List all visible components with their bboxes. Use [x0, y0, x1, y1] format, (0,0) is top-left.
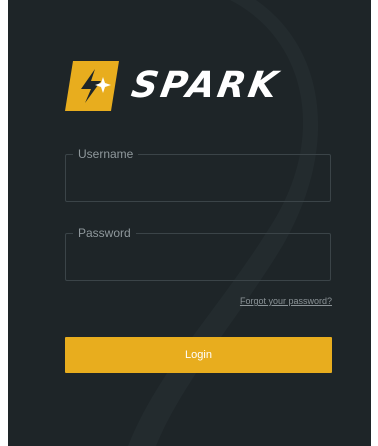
username-input[interactable]	[66, 155, 330, 201]
brand-name: SPARK	[128, 65, 284, 106]
brand-logo: SPARK	[65, 61, 284, 111]
forgot-password-link[interactable]: Forgot your password?	[240, 296, 332, 306]
password-input[interactable]	[66, 234, 330, 280]
login-button[interactable]: Login	[65, 337, 332, 373]
spark-logo-icon	[65, 61, 119, 111]
login-screen: SPARK Username Password Forgot your pass…	[8, 0, 371, 446]
username-field[interactable]: Username	[65, 146, 331, 202]
password-field[interactable]: Password	[65, 225, 331, 281]
